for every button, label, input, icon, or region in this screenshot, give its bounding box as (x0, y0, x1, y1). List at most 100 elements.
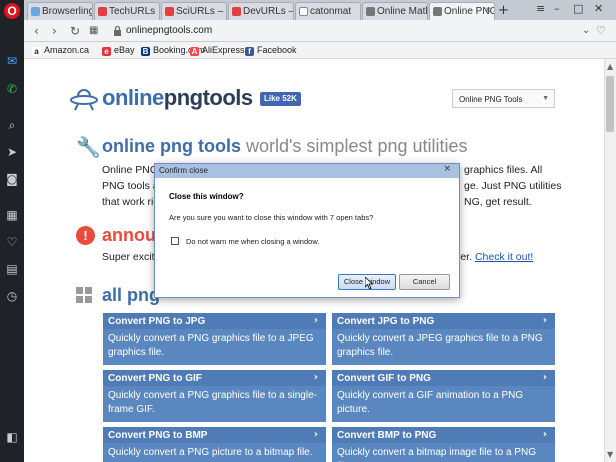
wrench-icon (433, 7, 442, 16)
tab-favicon (98, 7, 107, 16)
reload-icon[interactable]: ↻ (70, 24, 80, 38)
title-rest: world's simplest png utilities (240, 136, 468, 156)
chevron-down-icon: ▼ (542, 95, 549, 102)
forward-icon[interactable]: › (52, 24, 57, 38)
tab-devurls[interactable]: DevURLs – Dev (228, 2, 294, 20)
tool-card-png-to-bmp[interactable]: Convert PNG to BMP › Quickly convert a PNG… (103, 427, 326, 462)
messenger-icon[interactable]: ✉ (5, 54, 19, 68)
dialog-message: Are you sure you want to close this wind… (169, 213, 374, 222)
site-logo[interactable]: onlinepngtools (102, 85, 253, 111)
tool-card-bmp-to-png[interactable]: Convert BMP to PNG › Quickly convert a bit… (332, 427, 555, 462)
chevron-right-icon: › (542, 372, 547, 383)
bookmark-facebook[interactable]: f Facebook (245, 45, 297, 56)
speed-dial-grid-icon[interactable]: ▦ (89, 25, 98, 36)
logo-part-online: online (102, 85, 164, 110)
tool-card-jpg-to-png[interactable]: Convert JPG to PNG › Quickly convert a JPE… (332, 313, 555, 365)
speed-dial-icon[interactable]: ▦ (5, 208, 19, 222)
tab-sciurls[interactable]: SciURLs – Sci (161, 2, 227, 20)
confirm-close-dialog: Confirm close × Close this window? Are y… (154, 163, 460, 298)
tool-card-png-to-jpg[interactable]: Convert PNG to JPG › Quickly convert a PNG… (103, 313, 326, 365)
tab-label: Online Math (377, 6, 428, 17)
tool-select-dropdown[interactable]: Online PNG Tools ▼ (452, 89, 555, 108)
send-icon[interactable]: ➤ (5, 145, 19, 159)
bookmark-heart-icon[interactable]: ♡ (596, 24, 606, 37)
page-title: online png tools world's simplest png ut… (102, 136, 468, 157)
whatsapp-icon[interactable]: ✆ (5, 82, 19, 96)
all-tools-heading: all png (102, 285, 160, 305)
dialog-title: Confirm close (155, 164, 459, 178)
intro-line-3-right: NG, get result. (464, 196, 532, 208)
wrench-icon (366, 7, 375, 16)
card-title: Convert PNG to GIF (103, 370, 326, 386)
history-icon[interactable]: ◷ (5, 289, 19, 303)
dialog-heading: Close this window? (169, 192, 244, 201)
check-it-out-link[interactable]: Check it out! (475, 251, 533, 263)
card-desc: Quickly convert a PNG graphics file to a… (108, 333, 314, 358)
ufo-logo-icon[interactable] (70, 87, 98, 111)
bookmark-label: Facebook (257, 45, 297, 55)
dont-warn-label[interactable]: Do not warn me when closing a window. (186, 237, 319, 246)
tab-label: TechURLs (109, 6, 156, 17)
maximize-icon[interactable]: □ (573, 2, 583, 15)
sidebar-toggle-icon[interactable]: ◧ (5, 430, 19, 444)
tab-techurls[interactable]: TechURLs (94, 2, 160, 20)
tool-card-png-to-gif[interactable]: Convert PNG to GIF › Quickly convert a PNG… (103, 370, 326, 422)
search-icon[interactable]: ⌕ (5, 118, 19, 132)
chevron-right-icon: › (313, 372, 318, 383)
tab-online-png[interactable]: Online PNG × (429, 2, 495, 20)
bookmark-amazon[interactable]: a Amazon.ca (32, 45, 89, 56)
tab-menu-icon[interactable]: ≡ (536, 2, 545, 15)
card-desc: Quickly convert a GIF animation to a PNG… (337, 390, 524, 415)
back-icon[interactable]: ‹ (34, 24, 39, 38)
scroll-down-icon[interactable]: ▼ (607, 450, 613, 459)
close-window-icon[interactable]: ✕ (594, 2, 603, 15)
address-bar: ‹ › ↻ ▦ onlinepngtools.com ⌄ ♡ (24, 20, 616, 42)
dont-warn-checkbox[interactable] (171, 237, 179, 245)
dialog-close-icon[interactable]: × (443, 164, 451, 174)
card-desc: Quickly convert a PNG graphics file to a… (108, 390, 317, 415)
title-main: online png tools (102, 136, 241, 156)
cancel-button[interactable]: Cancel (399, 274, 450, 290)
opera-logo-icon[interactable]: O (4, 3, 20, 19)
card-desc: Quickly convert a bitmap image file to a… (337, 447, 536, 462)
tab-online-math[interactable]: Online Math (362, 2, 428, 20)
opera-sidebar: O ✉ ✆ ⌕ ➤ ◙ ▦ ♡ ▤ ◷ ◧ (0, 0, 24, 462)
alert-icon: ! (76, 226, 95, 245)
chevron-right-icon: › (313, 429, 318, 440)
tab-favicon (31, 7, 40, 16)
announcement-text-right: ler. Check it out! (458, 249, 533, 265)
chevron-right-icon: › (542, 429, 547, 440)
tab-favicon (299, 7, 308, 16)
mouse-cursor-icon (365, 277, 373, 289)
amazon-icon: a (32, 47, 41, 56)
tab-catonmat[interactable]: catonmat (295, 2, 361, 20)
tab-browserling[interactable]: Browserling (27, 2, 93, 20)
tab-favicon (232, 7, 241, 16)
url-field[interactable]: onlinepngtools.com (126, 25, 212, 36)
booking-icon: B (141, 47, 150, 56)
new-tab-button[interactable]: + (498, 3, 509, 18)
tab-label: catonmat (310, 6, 352, 17)
dropdown-arrow-icon[interactable]: ⌄ (582, 25, 590, 36)
tab-label: Browserling (42, 6, 93, 17)
camera-icon[interactable]: ◙ (5, 172, 19, 186)
news-icon[interactable]: ▤ (5, 262, 19, 276)
tab-label: DevURLs – Dev (243, 6, 294, 17)
card-title: Convert GIF to PNG (332, 370, 555, 386)
grid-icon (76, 287, 92, 303)
intro-line-1-right: graphics files. All (464, 164, 543, 176)
browser-window: { "browser": { "logo": "O", "tabs": [ {"… (0, 0, 616, 462)
bookmark-label: eBay (114, 45, 135, 55)
scrollbar-thumb[interactable] (606, 76, 614, 132)
bookmark-label: AliExpress (202, 45, 245, 55)
card-title: Convert PNG to BMP (103, 427, 326, 443)
bookmark-aliexpress[interactable]: A AliExpress (190, 45, 245, 56)
facebook-like-button[interactable]: Like 52K (260, 92, 301, 106)
minimize-icon[interactable]: – (554, 2, 560, 15)
heart-icon[interactable]: ♡ (5, 235, 19, 249)
bookmark-ebay[interactable]: e eBay (102, 45, 135, 56)
card-title: Convert JPG to PNG (332, 313, 555, 329)
close-tab-icon[interactable]: × (485, 5, 491, 16)
tool-card-gif-to-png[interactable]: Convert GIF to PNG › Quickly convert a GIF… (332, 370, 555, 422)
scroll-up-icon[interactable]: ▲ (607, 62, 613, 71)
